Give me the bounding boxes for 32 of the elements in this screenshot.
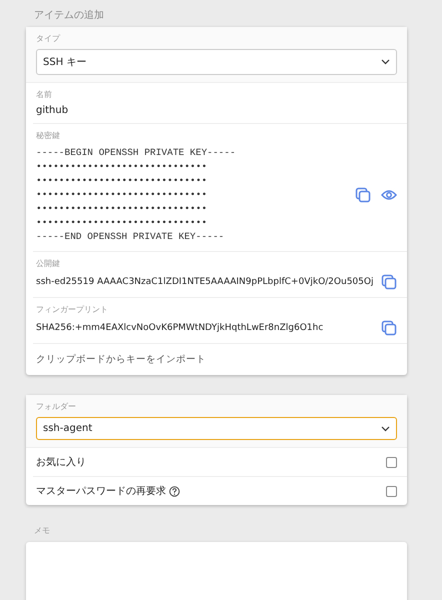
key-line: •••••••••••••••••••••••••••••• bbox=[36, 202, 208, 216]
field-label: 秘密鍵 bbox=[36, 130, 61, 141]
import-link[interactable]: クリップボードからキーをインポート bbox=[33, 344, 407, 375]
field-label: フィンガープリント bbox=[36, 304, 109, 315]
help-icon[interactable] bbox=[169, 486, 180, 496]
copy-icon[interactable] bbox=[355, 187, 371, 203]
key-line: •••••••••••••••••••••••••••••• bbox=[36, 188, 208, 202]
field-label: タイプ bbox=[36, 33, 62, 44]
chevron-icon bbox=[381, 59, 390, 65]
type-select[interactable]: SSH キー bbox=[36, 49, 397, 75]
chevron-icon bbox=[381, 426, 390, 432]
key-line: -----BEGIN OPENSSH PRIVATE KEY----- bbox=[36, 146, 237, 160]
key-line: •••••••••••••••••••••••••••••• bbox=[36, 174, 208, 188]
field-label: フォルダー bbox=[36, 401, 77, 412]
field-label: メモ bbox=[34, 525, 51, 536]
field-label: 公開鍵 bbox=[36, 258, 61, 269]
checkbox[interactable] bbox=[386, 486, 397, 496]
public-key-value: ssh-ed25519 AAAAC3NzaC1lZDI1NTE5AAAAIN9pPLbplfC+0VjkO/2Ou505Oj bbox=[36, 277, 371, 287]
key-line: •••••••••••••••••••••••••••••• bbox=[36, 160, 208, 174]
option-label: マスターパスワードの再要求 bbox=[36, 484, 166, 498]
page-heading: アイテムの追加 bbox=[34, 8, 105, 22]
copy-icon[interactable] bbox=[381, 274, 397, 290]
fingerprint-value: SHA256:+mm4EAXlcvNoOvK6PMWtNDYjkHqthLwEr8nZlg6O1hc bbox=[36, 323, 324, 333]
name-value[interactable]: github bbox=[36, 105, 397, 116]
eye-icon[interactable] bbox=[381, 189, 397, 201]
key-line: -----END OPENSSH PRIVATE KEY----- bbox=[36, 230, 226, 244]
copy-icon[interactable] bbox=[381, 320, 397, 336]
field-label: 名前 bbox=[36, 89, 53, 100]
checkbox[interactable] bbox=[386, 456, 397, 468]
folder-select[interactable]: ssh-agent bbox=[36, 417, 397, 440]
key-line: •••••••••••••••••••••••••••••• bbox=[36, 216, 208, 230]
option-label: お気に入り bbox=[36, 456, 86, 469]
